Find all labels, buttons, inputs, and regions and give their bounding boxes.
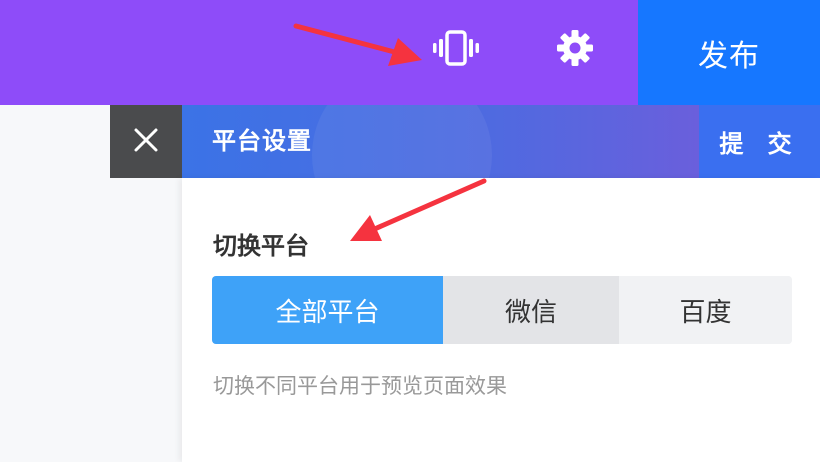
header-watermark <box>312 105 492 178</box>
close-panel-button[interactable] <box>110 105 182 178</box>
panel-header: 平台设置 <box>182 105 699 178</box>
panel-title: 平台设置 <box>212 127 312 155</box>
platform-option-wechat[interactable]: 微信 <box>443 276 619 344</box>
settings-button[interactable] <box>553 28 597 72</box>
submit-button[interactable]: 提 交 <box>699 105 820 178</box>
panel-body: 切换平台 全部平台 微信 百度 切换不同平台用于预览页面效果 <box>182 178 820 462</box>
section-title: 切换平台 <box>213 232 309 260</box>
top-toolbar <box>0 0 638 105</box>
hint-text: 切换不同平台用于预览页面效果 <box>213 374 507 398</box>
platform-segmented-control: 全部平台 微信 百度 <box>212 276 792 344</box>
gear-icon <box>555 28 595 72</box>
close-icon <box>133 127 159 157</box>
canvas-area <box>0 105 110 462</box>
platform-option-all[interactable]: 全部平台 <box>212 276 443 344</box>
device-preview-button[interactable] <box>430 30 482 70</box>
publish-button[interactable]: 发布 <box>638 0 820 105</box>
phone-vibrate-icon <box>432 29 480 71</box>
platform-option-baidu[interactable]: 百度 <box>619 276 792 344</box>
